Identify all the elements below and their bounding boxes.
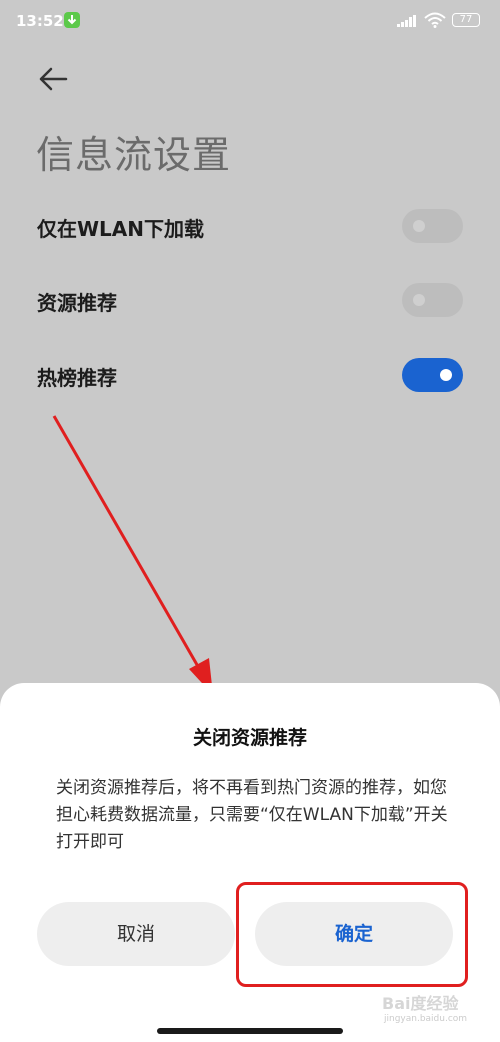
cancel-button[interactable]: 取消 bbox=[37, 902, 235, 966]
home-indicator[interactable] bbox=[157, 1028, 343, 1034]
annotation-highlight-box bbox=[236, 882, 468, 987]
dialog-title: 关闭资源推荐 bbox=[192, 727, 307, 749]
confirm-dialog: 关闭资源推荐 关闭资源推荐后，将不再看到热门资源的推荐，如您担心耗费数据流量，只… bbox=[0, 683, 500, 1042]
dialog-message: 关闭资源推荐后，将不再看到热门资源的推荐，如您担心耗费数据流量，只需要“仅在WL… bbox=[56, 778, 448, 852]
watermark-logo: Bai度经验 bbox=[382, 994, 459, 1013]
watermark-url: jingyan.baidu.com bbox=[384, 1014, 468, 1024]
